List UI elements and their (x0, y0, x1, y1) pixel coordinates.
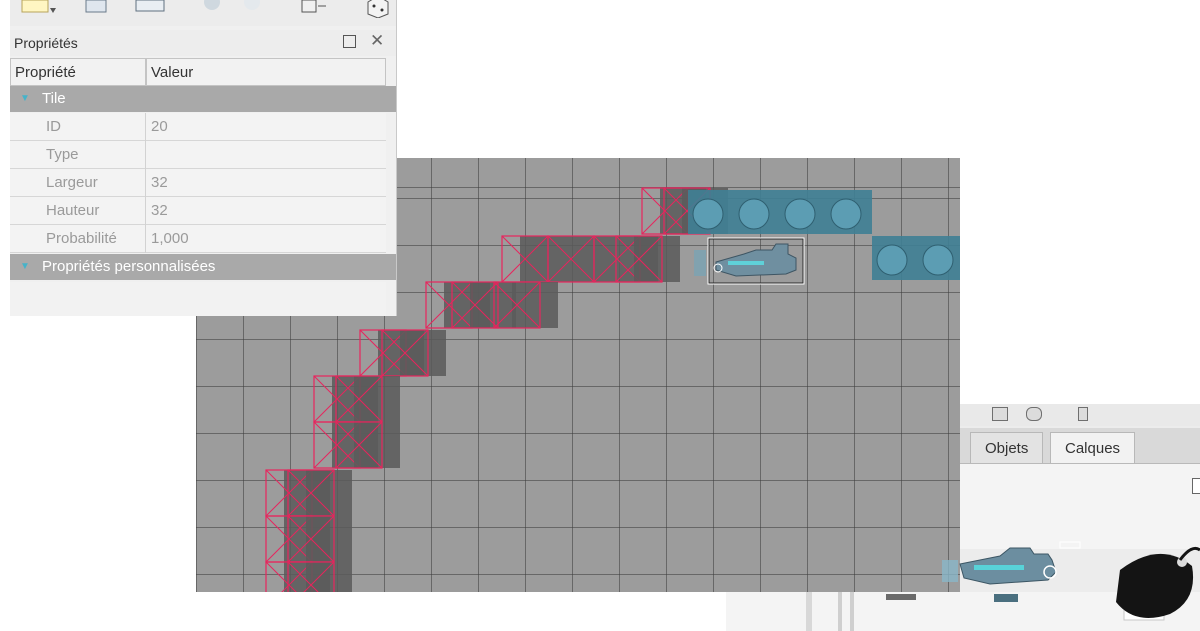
panel-title: Propriétés (14, 35, 78, 51)
column-header-property[interactable]: Propriété (10, 58, 146, 86)
table-row[interactable]: Hauteur 32 (10, 197, 386, 225)
sprite-preview (942, 541, 1200, 618)
property-value[interactable]: 1,000 (151, 225, 189, 253)
stamp-icon[interactable] (298, 0, 328, 16)
collision-tile (501, 235, 566, 283)
group-label: Propriétés personnalisées (42, 258, 216, 275)
water-tile (918, 236, 960, 280)
object-icon[interactable] (1026, 407, 1042, 421)
submarine-sprite (942, 541, 1081, 585)
save-icon[interactable] (84, 0, 110, 14)
layer-visibility-checkbox[interactable] (1192, 478, 1200, 494)
properties-panel: Propriétés ✕ Propriété Valeur ▼ Tile ID … (10, 0, 397, 316)
tab-calques[interactable]: Calques (1050, 432, 1136, 463)
table-row[interactable]: Type (10, 141, 386, 169)
column-header-value[interactable]: Valeur (146, 58, 386, 86)
property-name: Type (46, 146, 79, 163)
property-value[interactable]: 32 (151, 169, 168, 197)
side-tabs: Objets Calques (960, 428, 1200, 464)
water-tile (734, 190, 780, 234)
property-name: Hauteur (46, 202, 100, 219)
export-icon[interactable] (134, 0, 178, 14)
tab-objets[interactable]: Objets (970, 432, 1044, 463)
water-tile (826, 190, 872, 234)
expand-arrow-icon[interactable]: ▼ (20, 254, 30, 280)
group-tile[interactable]: ▼ Tile (10, 86, 396, 112)
undo-redo-icon[interactable] (182, 0, 272, 14)
tool-icon[interactable] (1078, 407, 1088, 421)
table-row[interactable]: ID 20 (10, 113, 386, 141)
water-tile (872, 236, 918, 280)
group-label: Tile (42, 90, 66, 107)
property-name: Largeur (46, 174, 98, 191)
table-row[interactable]: Largeur 32 (10, 169, 386, 197)
property-name: Probabilité (46, 230, 117, 247)
group-custom-properties[interactable]: ▼ Propriétés personnalisées (10, 254, 396, 280)
properties-header: Propriétés ✕ (10, 30, 396, 56)
new-map-icon[interactable] (20, 0, 58, 16)
table-row[interactable]: Probabilité 1,000 (10, 225, 386, 253)
submarine-object[interactable] (694, 237, 805, 285)
side-toolbar (960, 404, 1200, 426)
close-icon[interactable]: ✕ (370, 31, 384, 51)
water-tile (780, 190, 826, 234)
expand-arrow-icon[interactable]: ▼ (20, 86, 30, 112)
properties-empty-area (10, 282, 386, 316)
main-toolbar (10, 0, 396, 26)
property-name: ID (46, 118, 61, 135)
random-dice-icon[interactable] (364, 0, 392, 18)
float-icon[interactable] (343, 35, 356, 48)
anglerfish-sprite (1116, 546, 1200, 618)
water-tile (688, 190, 734, 234)
layer-icon[interactable] (992, 407, 1008, 421)
property-value[interactable]: 32 (151, 197, 168, 225)
property-value[interactable]: 20 (151, 113, 168, 141)
